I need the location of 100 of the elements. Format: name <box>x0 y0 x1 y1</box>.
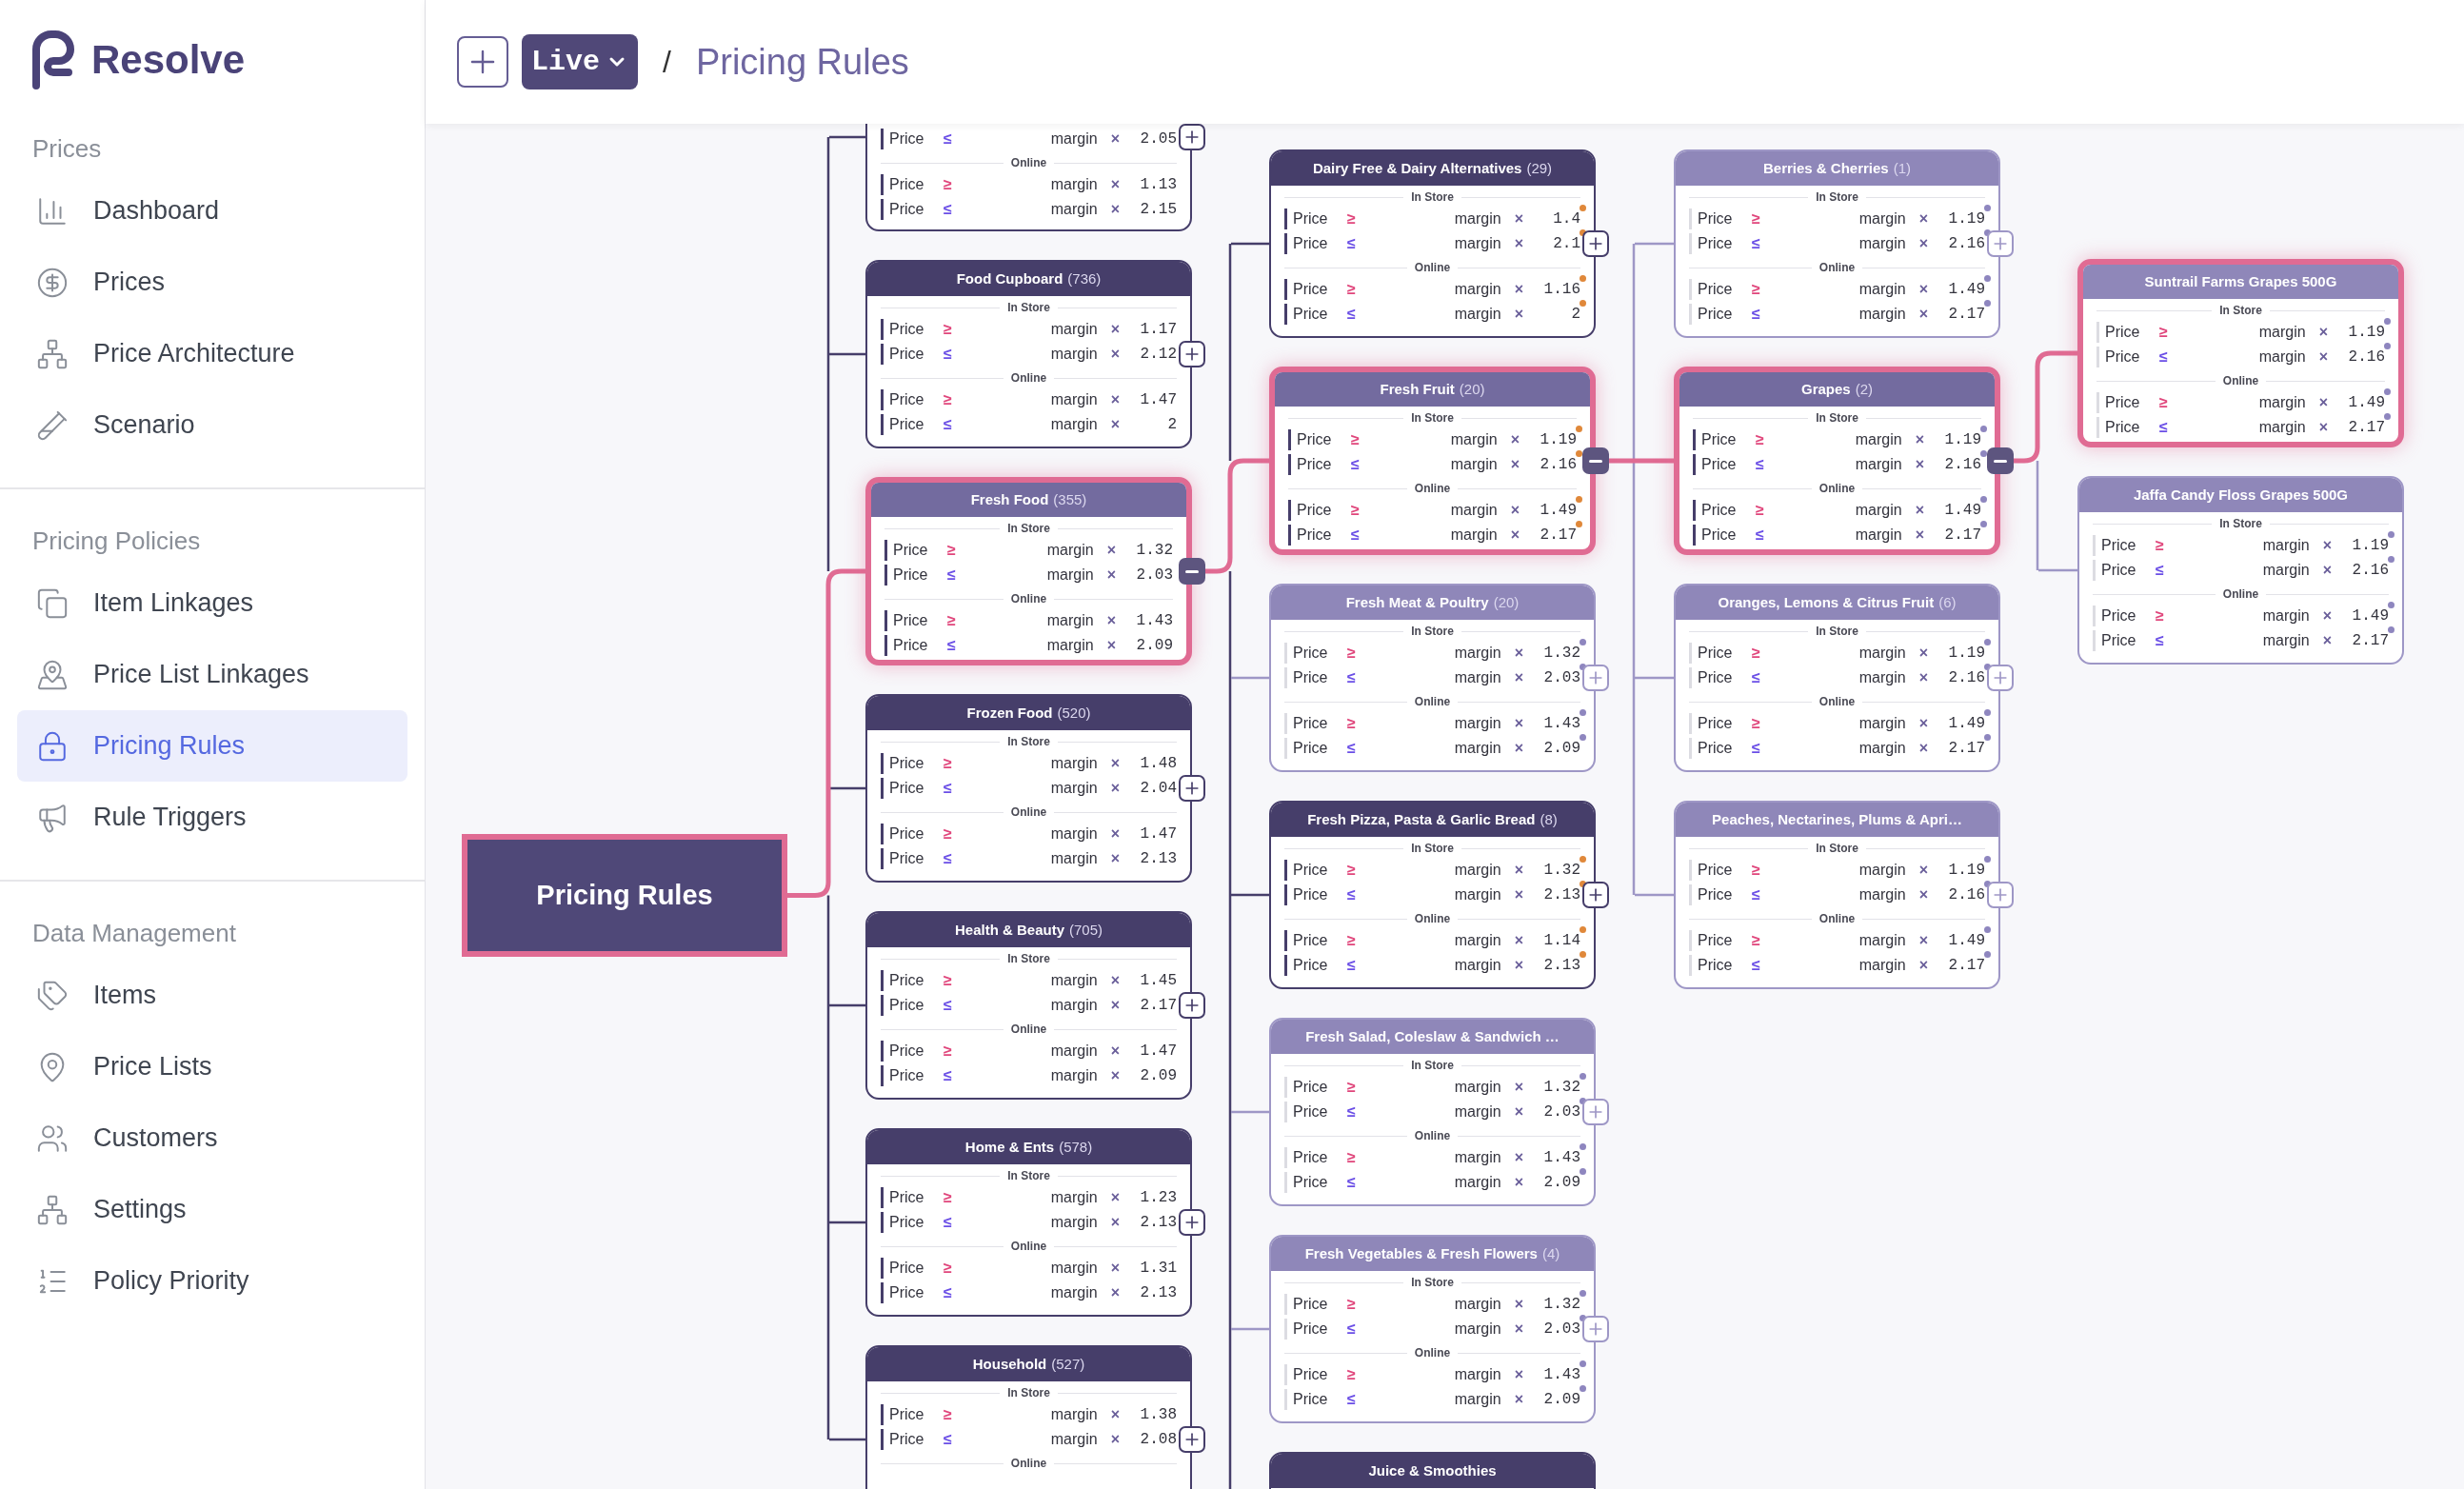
card-title: Fresh Pizza, Pasta & Garlic Bread <box>1307 809 1536 829</box>
rule-card[interactable]: Fresh Meat & Poultry (20) In Store Price ≥ margin × 1.32 Price ≤ margin × 2.03 Online Price ≥ margin × 1.43 Price ≤ margin × 2.09 <box>1269 584 1596 772</box>
card-title: Frozen Food <box>966 703 1053 723</box>
multiply-symbol: × <box>1510 430 1520 449</box>
collapse-button[interactable] <box>1987 447 2014 474</box>
sidebar-item[interactable]: Item Linkages <box>17 567 407 639</box>
sidebar-item[interactable]: Dashboard <box>17 175 407 247</box>
field-label: Price <box>1288 500 1351 521</box>
rule-card[interactable]: Oranges, Lemons & Citrus Fruit (6) In Store Price ≥ margin × 1.19 Price ≤ margin × 2.16 Online Price ≥ margin × 1.49 Price ≤ margin × 2.17 <box>1674 584 2000 772</box>
sidebar-item[interactable]: Policy Priority <box>17 1245 407 1317</box>
rule-card[interactable]: Fresh Vegetables & Fresh Flowers (4) In Store Price ≥ margin × 1.32 Price ≤ margin × 2.03 Online Price ≥ margin × 1.43 Price ≤ margin × 2.09 <box>1269 1235 1596 1423</box>
field-label: Price <box>1693 454 1756 475</box>
rule-card[interactable]: Health & Beauty (705) In Store Price ≥ margin × 1.45 Price ≤ margin × 2.17 Online Price ≥ margin × 1.47 Price ≤ margin × 2.09 <box>865 911 1192 1100</box>
rule-card[interactable]: Home & Ents (578) In Store Price ≥ margin × 1.23 Price ≤ margin × 2.13 Online Price ≥ margin × 1.31 Price ≤ margin × 2.13 <box>865 1128 1192 1317</box>
operator-symbol: ≥ <box>947 541 957 560</box>
rule-value: 2.09 <box>1139 1066 1177 1086</box>
collapse-button[interactable] <box>1582 447 1609 474</box>
sidebar-item[interactable]: Price Lists <box>17 1031 407 1102</box>
field-label: Price <box>1284 667 1347 688</box>
card-title: Suntrail Farms Grapes 500G <box>2144 271 2337 291</box>
multiply-symbol: × <box>1918 861 1928 880</box>
operator-symbol: ≤ <box>2159 347 2169 367</box>
rule-card[interactable]: Price ≤ margin × 2.05 Online Price ≥ margin × 1.13 Price ≤ margin × 2.15 <box>865 124 1192 231</box>
factor-label: margin <box>1050 1213 1098 1232</box>
sidebar-item[interactable]: Items <box>17 960 407 1031</box>
minus-icon <box>1185 569 1199 573</box>
expand-button[interactable] <box>1179 775 1205 802</box>
operator-symbol: ≤ <box>1752 885 1761 904</box>
multiply-symbol: × <box>1510 501 1520 520</box>
sidebar-item[interactable]: Rule Triggers <box>17 782 407 853</box>
card-title: Fresh Salad, Coleslaw & Sandwich … <box>1305 1026 1560 1046</box>
rule-value: 2.17 <box>1947 956 1985 976</box>
multiply-symbol: × <box>1514 209 1523 228</box>
rule-card[interactable]: Jaffa Candy Floss Grapes 500G In Store Price ≥ margin × 1.19 Price ≤ margin × 2.16 Online Price ≥ margin × 1.49 Price ≤ margin × 2.17 <box>2077 476 2404 665</box>
operator-symbol: ≥ <box>1347 861 1357 880</box>
factor-label: margin <box>1050 129 1098 149</box>
item-count: (6) <box>1938 592 1957 612</box>
multiply-symbol: × <box>1915 501 1924 520</box>
expand-button[interactable] <box>1179 1426 1205 1453</box>
field-label: Price <box>881 970 944 991</box>
sidebar-item[interactable]: Price List Linkages <box>17 639 407 710</box>
rule-value: 1.4 <box>1552 209 1580 229</box>
expand-button[interactable] <box>1179 124 1205 150</box>
rule-value: 2.13 <box>1139 1213 1177 1233</box>
factor-label: margin <box>2262 561 2310 580</box>
expand-button[interactable] <box>1179 341 1205 367</box>
rule-value: 1.19 <box>1943 430 1981 450</box>
rule-value: 2.09 <box>1135 636 1173 656</box>
rule-card[interactable]: Frozen Food (520) In Store Price ≥ margin × 1.48 Price ≤ margin × 2.04 Online Price ≥ margin × 1.47 Price ≤ margin × 2.13 <box>865 694 1192 883</box>
rule-card[interactable]: Berries & Cherries (1) In Store Price ≥ margin × 1.19 Price ≤ margin × 2.16 Online Price ≥ margin × 1.49 Price ≤ margin × 2.17 <box>1674 149 2000 338</box>
rule-card[interactable]: Grapes (2) In Store Price ≥ margin × 1.19 Price ≤ margin × 2.16 Online Price ≥ margin × 1.49 Price ≤ margin × 2.17 <box>1674 367 2000 555</box>
card-title: Dairy Free & Dairy Alternatives <box>1312 158 1522 178</box>
rule-card[interactable]: Fresh Salad, Coleslaw & Sandwich … In Store Price ≥ margin × 1.32 Price ≤ margin × 2.03 Online Price ≥ margin × 1.43 Price ≤ margin × 2.09 <box>1269 1018 1596 1206</box>
operator-symbol: ≥ <box>2156 606 2165 625</box>
field-label: Price <box>1284 1147 1347 1168</box>
operator-symbol: ≤ <box>1752 234 1761 253</box>
expand-button[interactable] <box>1179 1209 1205 1236</box>
minus-icon <box>1589 459 1602 463</box>
rule-card[interactable]: Fresh Food (355) In Store Price ≥ margin × 1.32 Price ≤ margin × 2.03 Online Price ≥ margin × 1.43 Price ≤ margin × 2.09 <box>865 477 1192 665</box>
rule-value: 2.03 <box>1542 1320 1580 1340</box>
section-label: In Store <box>2219 516 2262 532</box>
rule-card[interactable]: Juice & Smoothies <box>1269 1452 1596 1489</box>
operator-symbol: ≥ <box>944 1042 953 1061</box>
operator-symbol: ≤ <box>1351 455 1361 474</box>
multiply-symbol: × <box>1510 526 1520 545</box>
section-label: In Store <box>1007 734 1050 750</box>
operator-symbol: ≥ <box>944 971 953 990</box>
expand-button[interactable] <box>1582 230 1609 257</box>
collapse-button[interactable] <box>1179 558 1205 585</box>
field-label: Price <box>881 174 944 195</box>
rule-card[interactable]: Dairy Free & Dairy Alternatives (29) In Store Price ≥ margin × 1.4 Price ≤ margin × 2.1 Online Price ≥ margin × 1.16 Price ≤ margin × 2 <box>1269 149 1596 338</box>
sidebar-item[interactable]: Scenario <box>17 389 407 461</box>
operator-symbol: ≤ <box>1347 1320 1357 1339</box>
rule-card[interactable]: Household (527) In Store Price ≥ margin × 1.38 Price ≤ margin × 2.08 Online <box>865 1345 1192 1489</box>
operator-symbol: ≤ <box>2156 631 2165 650</box>
multiply-symbol: × <box>1110 1188 1120 1207</box>
expand-button[interactable] <box>1582 882 1609 908</box>
rule-card[interactable]: Fresh Pizza, Pasta & Garlic Bread (8) In Store Price ≥ margin × 1.32 Price ≤ margin × 2.13 Online Price ≥ margin × 1.14 Price ≤ margin × 2.13 <box>1269 801 1596 989</box>
rule-card[interactable]: Peaches, Nectarines, Plums & Apri… In Store Price ≥ margin × 1.19 Price ≤ margin × 2.16 Online Price ≥ margin × 1.49 Price ≤ margin × 2.17 <box>1674 801 2000 989</box>
rule-card[interactable]: Suntrail Farms Grapes 500G In Store Price ≥ margin × 1.19 Price ≤ margin × 2.16 Online Price ≥ margin × 1.49 Price ≤ margin × 2.17 <box>2077 259 2404 447</box>
sidebar-item[interactable]: Prices <box>17 247 407 318</box>
rule-card[interactable]: Fresh Fruit (20) In Store Price ≥ margin × 1.19 Price ≤ margin × 2.16 Online Price ≥ margin × 1.49 Price ≤ margin × 2.17 <box>1269 367 1596 555</box>
factor-label: margin <box>1050 1042 1098 1061</box>
section-label: In Store <box>1411 624 1454 640</box>
rule-value: 1.16 <box>1542 280 1580 300</box>
sidebar-item[interactable]: Pricing Rules <box>17 710 407 782</box>
operator-symbol: ≤ <box>1347 1173 1357 1192</box>
sidebar-item[interactable]: Customers <box>17 1102 407 1174</box>
sidebar-item[interactable]: Price Architecture <box>17 318 407 389</box>
field-label: Price <box>2096 417 2159 438</box>
expand-button[interactable] <box>1179 992 1205 1019</box>
operator-symbol: ≥ <box>944 1188 953 1207</box>
root-node[interactable]: Pricing Rules <box>462 834 787 957</box>
environment-dropdown[interactable]: Live <box>522 34 638 89</box>
section-label: In Store <box>1411 410 1454 427</box>
item-count: (578) <box>1059 1137 1093 1157</box>
sidebar-item[interactable]: Settings <box>17 1174 407 1245</box>
operator-symbol: ≤ <box>944 129 953 149</box>
add-button[interactable] <box>457 36 508 88</box>
rule-card[interactable]: Food Cupboard (736) In Store Price ≥ margin × 1.17 Price ≤ margin × 2.12 Online Price ≥ margin × 1.47 Price ≤ margin × 2 <box>865 260 1192 448</box>
